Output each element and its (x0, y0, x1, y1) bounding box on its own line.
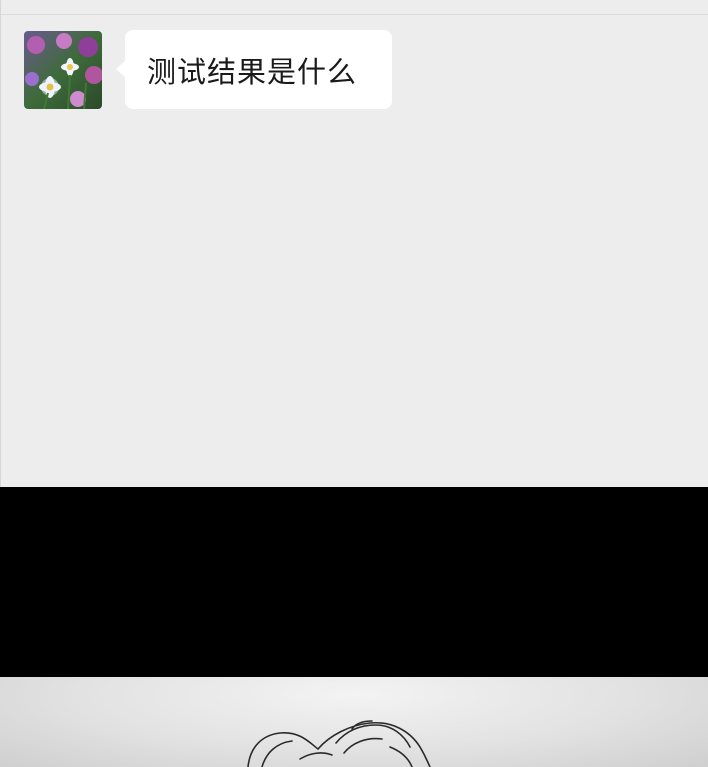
message-bubble[interactable]: 测试结果是什么 (116, 30, 392, 109)
avatar[interactable] (24, 31, 102, 109)
message-text: 测试结果是什么 (147, 54, 358, 89)
comic-panel (0, 677, 708, 767)
sketch-illustration (247, 720, 431, 767)
bubble-tail (116, 60, 126, 78)
chat-area: 测试结果是什么 (0, 0, 708, 487)
top-divider (1, 14, 708, 15)
flower-photo-avatar-icon (24, 31, 102, 109)
black-band (0, 487, 708, 677)
